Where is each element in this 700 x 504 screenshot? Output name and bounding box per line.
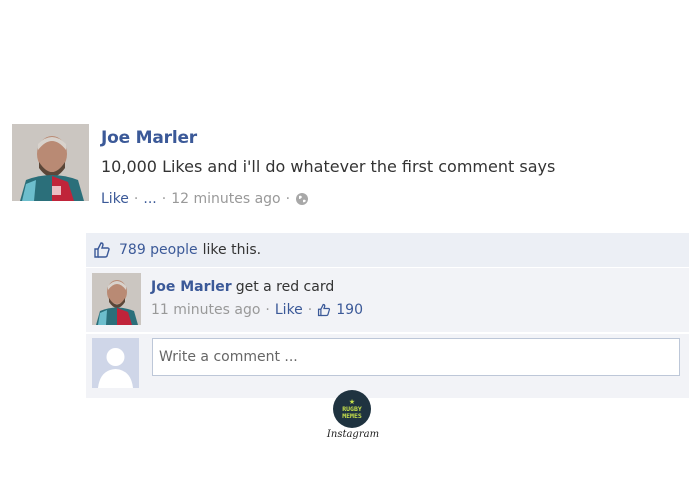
- likes-summary: 789 people like this.: [86, 233, 689, 267]
- comment-like-link[interactable]: Like: [275, 302, 303, 318]
- watermark-caption: Instagram: [326, 429, 380, 440]
- logo-text-line2: MEMES: [342, 411, 362, 420]
- rugby-memes-logo: ★ RUGBY MEMES: [333, 390, 371, 428]
- post-timestamp[interactable]: 12 minutes ago: [171, 191, 280, 207]
- likes-count-link[interactable]: 789 people: [119, 242, 198, 258]
- comment-like-count[interactable]: 190: [336, 302, 363, 318]
- thumbs-up-icon: [317, 303, 331, 317]
- post-author-avatar[interactable]: [12, 124, 89, 201]
- player-photo: [92, 273, 141, 325]
- player-photo: [12, 124, 89, 201]
- post-meta: Like · ... · 12 minutes ago ·: [101, 191, 309, 207]
- post-text: 10,000 Likes and i'll do whatever the fi…: [101, 157, 556, 176]
- default-avatar-icon: [92, 338, 139, 388]
- comment-author-name[interactable]: Joe Marler: [151, 279, 232, 295]
- comment-line: Joe Marler get a red card: [151, 279, 334, 295]
- comment-timestamp[interactable]: 11 minutes ago: [151, 302, 260, 318]
- comment-text: get a red card: [235, 279, 335, 295]
- separator: ·: [285, 191, 291, 207]
- post-like-link[interactable]: Like: [101, 191, 129, 207]
- comment: Joe Marler get a red card 11 minutes ago …: [86, 268, 689, 332]
- comment-composer: [86, 334, 689, 398]
- comment-meta: 11 minutes ago · Like · 190: [151, 302, 363, 318]
- comment-input[interactable]: [152, 338, 680, 376]
- post-more-link[interactable]: ...: [143, 191, 156, 207]
- separator: ·: [161, 191, 167, 207]
- globe-icon[interactable]: [295, 192, 309, 206]
- post-author-name[interactable]: Joe Marler: [101, 128, 197, 148]
- separator: ·: [133, 191, 139, 207]
- likes-suffix: like this.: [202, 242, 262, 258]
- separator: ·: [307, 302, 313, 318]
- separator: ·: [265, 302, 270, 318]
- comment-author-avatar[interactable]: [92, 273, 141, 325]
- thumbs-up-icon: [93, 241, 111, 259]
